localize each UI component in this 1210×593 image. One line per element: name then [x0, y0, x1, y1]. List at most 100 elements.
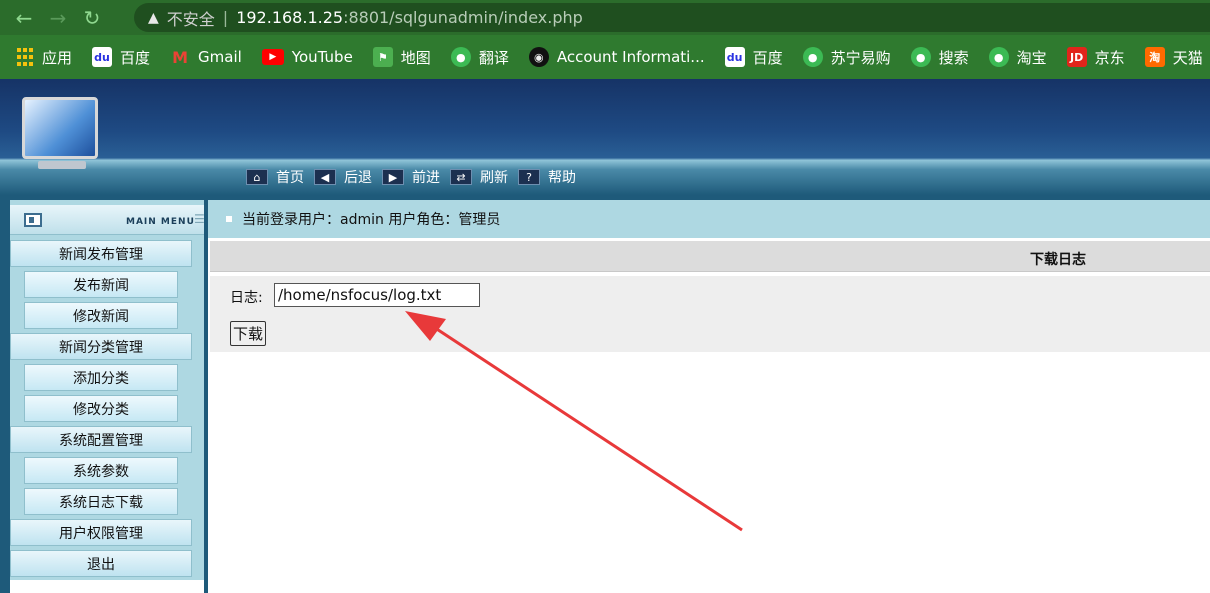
menu-item-news-publish-mgmt[interactable]: 新闻发布管理: [10, 238, 192, 269]
bookmark-label: 百度: [120, 48, 151, 67]
bookmark-label: 苏宁易购: [830, 48, 891, 67]
menu-panel-icon: [24, 213, 42, 227]
bookmark-label: 搜索: [938, 48, 969, 67]
bookmark-label: 天猫: [1172, 48, 1203, 67]
url-separator: |: [222, 8, 229, 27]
menu-item-label: 添加分类: [24, 364, 178, 391]
bookmark-suning[interactable]: ● 苏宁易购: [802, 47, 891, 68]
help-icon: ?: [518, 169, 540, 185]
bookmark-label: Gmail: [198, 48, 242, 66]
home-icon: ⌂: [246, 169, 268, 185]
toolbar-forward-button[interactable]: ▶ 前进: [382, 167, 440, 187]
back-arrow-icon[interactable]: ←: [10, 4, 38, 32]
toolbar-home-label: 首页: [276, 170, 304, 186]
bookmark-label: 地图: [400, 48, 431, 67]
bookmark-baidu-2[interactable]: du 百度: [724, 47, 783, 68]
menu-item-label: 修改分类: [24, 395, 178, 422]
browser-address-bar: ← → ↻ ▲ 不安全 | 192.168.1.25:8801/sqlgunad…: [0, 0, 1210, 35]
bookmark-maps[interactable]: ⚑ 地图: [372, 47, 431, 68]
arrow-left-icon: ◀: [314, 169, 336, 185]
baidu-icon: du: [92, 47, 113, 67]
download-log-header: 下载日志: [210, 241, 1210, 272]
url-path: :8801/sqlgunadmin/index.php: [343, 8, 583, 27]
menu-item-system-config-mgmt[interactable]: 系统配置管理: [10, 424, 192, 455]
bookmark-label: 淘宝: [1016, 48, 1047, 67]
toolbar-help-label: 帮助: [548, 170, 576, 186]
forward-arrow-icon[interactable]: →: [44, 4, 72, 32]
current-user-bar: 当前登录用户：admin 用户角色：管理员: [208, 200, 1210, 238]
bookmark-label: 翻译: [478, 48, 509, 67]
bookmark-label: YouTube: [291, 48, 353, 66]
sidebar-bottom: [10, 580, 204, 593]
menu-item-label: 发布新闻: [24, 271, 178, 298]
app-header: ⌂ 首页 ◀ 后退 ▶ 前进 ⇄ 刷新 ? 帮助: [0, 79, 1210, 195]
menu-item-system-params[interactable]: 系统参数: [10, 455, 192, 486]
download-log-form: 日志: 下载: [210, 276, 1210, 352]
globe-icon: ●: [988, 47, 1009, 67]
main-menu-header: MAIN MENU ☰: [10, 205, 205, 235]
menu-item-add-category[interactable]: 添加分类: [10, 362, 192, 393]
bookmark-apps[interactable]: 应用: [16, 47, 72, 68]
menu-item-label: 用户权限管理: [10, 519, 192, 546]
monitor-icon: [22, 97, 98, 159]
bookmark-translate[interactable]: ● 翻译: [450, 47, 509, 68]
tmall-icon: 淘: [1144, 47, 1165, 67]
menu-item-logout[interactable]: 退出: [10, 548, 192, 579]
toolbar-refresh-button[interactable]: ⇄ 刷新: [450, 167, 508, 187]
menu-item-label: 新闻分类管理: [10, 333, 192, 360]
toolbar-back-label: 后退: [344, 170, 372, 186]
menu-item-user-permission-mgmt[interactable]: 用户权限管理: [10, 517, 192, 548]
toolbar-home-button[interactable]: ⌂ 首页: [246, 167, 304, 187]
current-user-text: 当前登录用户：admin 用户角色：管理员: [242, 212, 501, 228]
security-label: 不安全: [166, 9, 215, 29]
apps-grid-icon: [16, 47, 34, 67]
bookmarks-bar: 应用 du 百度 M Gmail ▶ YouTube ⚑ 地图 ● 翻译 ◉ A…: [0, 35, 1210, 79]
refresh-icon: ⇄: [450, 169, 472, 185]
menu-item-label: 退出: [10, 550, 192, 577]
bookmark-label: 京东: [1094, 48, 1125, 67]
bookmark-jd[interactable]: JD 京东: [1066, 47, 1125, 68]
download-button[interactable]: 下载: [230, 321, 267, 346]
menu-item-label: 系统参数: [24, 457, 178, 484]
menu-item-edit-category[interactable]: 修改分类: [10, 393, 192, 424]
menu-item-label: 修改新闻: [24, 302, 178, 329]
bookmark-tmall[interactable]: 淘 天猫: [1144, 47, 1203, 68]
menu-item-news-category-mgmt[interactable]: 新闻分类管理: [10, 331, 192, 362]
toolbar-help-button[interactable]: ? 帮助: [518, 167, 576, 187]
menu-item-system-log-download[interactable]: 系统日志下载: [10, 486, 192, 517]
youtube-icon: ▶: [261, 49, 284, 65]
reload-icon[interactable]: ↻: [78, 4, 106, 32]
bookmark-gmail[interactable]: M Gmail: [170, 47, 242, 67]
bookmark-label: 百度: [752, 48, 783, 67]
toolbar-forward-label: 前进: [412, 170, 440, 186]
menu-item-label: 系统配置管理: [10, 426, 192, 453]
menu-item-label: 新闻发布管理: [10, 240, 192, 267]
bullet-icon: [226, 216, 232, 222]
bookmark-label: Account Informati...: [556, 48, 705, 66]
globe-icon: ●: [802, 47, 823, 67]
bookmark-youtube[interactable]: ▶ YouTube: [261, 48, 353, 66]
bookmark-baidu[interactable]: du 百度: [92, 47, 150, 68]
maps-icon: ⚑: [372, 47, 393, 67]
toolbar-refresh-label: 刷新: [480, 170, 508, 186]
arrow-right-icon: ▶: [382, 169, 404, 185]
toolbar-back-button[interactable]: ◀ 后退: [314, 167, 372, 187]
menu-item-label: 系统日志下载: [24, 488, 178, 515]
url-field[interactable]: ▲ 不安全 | 192.168.1.25:8801/sqlgunadmin/in…: [134, 3, 1210, 32]
download-log-title: 下载日志: [1030, 252, 1086, 268]
main-menu-title: MAIN MENU: [126, 217, 195, 227]
bookmark-search[interactable]: ● 搜索: [910, 47, 969, 68]
globe-icon: ●: [910, 47, 931, 67]
sidebar-menu: 新闻发布管理 发布新闻 修改新闻 新闻分类管理 添加分类 修改分类 系统配置管理…: [10, 238, 192, 579]
bookmark-account[interactable]: ◉ Account Informati...: [528, 47, 705, 67]
url-host: 192.168.1.25: [236, 8, 344, 27]
menu-lines-icon: ☰: [194, 212, 205, 226]
monitor-stand: [38, 161, 86, 169]
log-path-input[interactable]: [274, 283, 480, 307]
globe-icon: ●: [450, 47, 471, 67]
log-field-label: 日志:: [230, 290, 263, 306]
baidu-icon: du: [724, 47, 745, 67]
bookmark-taobao[interactable]: ● 淘宝: [988, 47, 1047, 68]
menu-item-publish-news[interactable]: 发布新闻: [10, 269, 192, 300]
menu-item-edit-news[interactable]: 修改新闻: [10, 300, 192, 331]
